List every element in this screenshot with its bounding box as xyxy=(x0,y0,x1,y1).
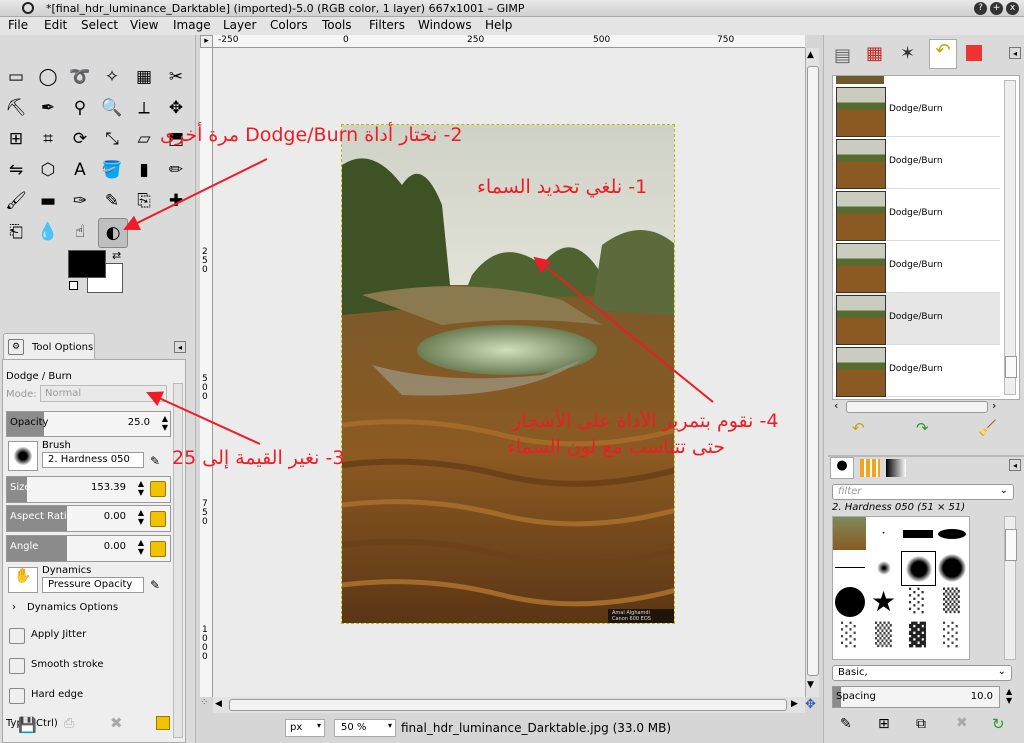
annotation-step-4-line-2: حتى تتناسب مع لون السماء xyxy=(507,436,726,458)
annotation-step-3: 3- نغير القيمة إلى 25 xyxy=(172,447,345,469)
arrow-to-dodge-tool xyxy=(123,158,268,230)
annotation-step-4-line-1: 4- نقوم بتمرير الأداة على الأشجار xyxy=(512,410,779,432)
arrow-to-opacity xyxy=(146,391,261,445)
annotation-step-1: 1- نلغي تحديد السماء xyxy=(477,176,648,198)
arrow-to-trees xyxy=(533,256,714,403)
annotation-step-2: 2- نختار أداة Dodge/Burn مرة أخرى xyxy=(160,124,463,146)
annotation-arrows xyxy=(123,158,714,445)
